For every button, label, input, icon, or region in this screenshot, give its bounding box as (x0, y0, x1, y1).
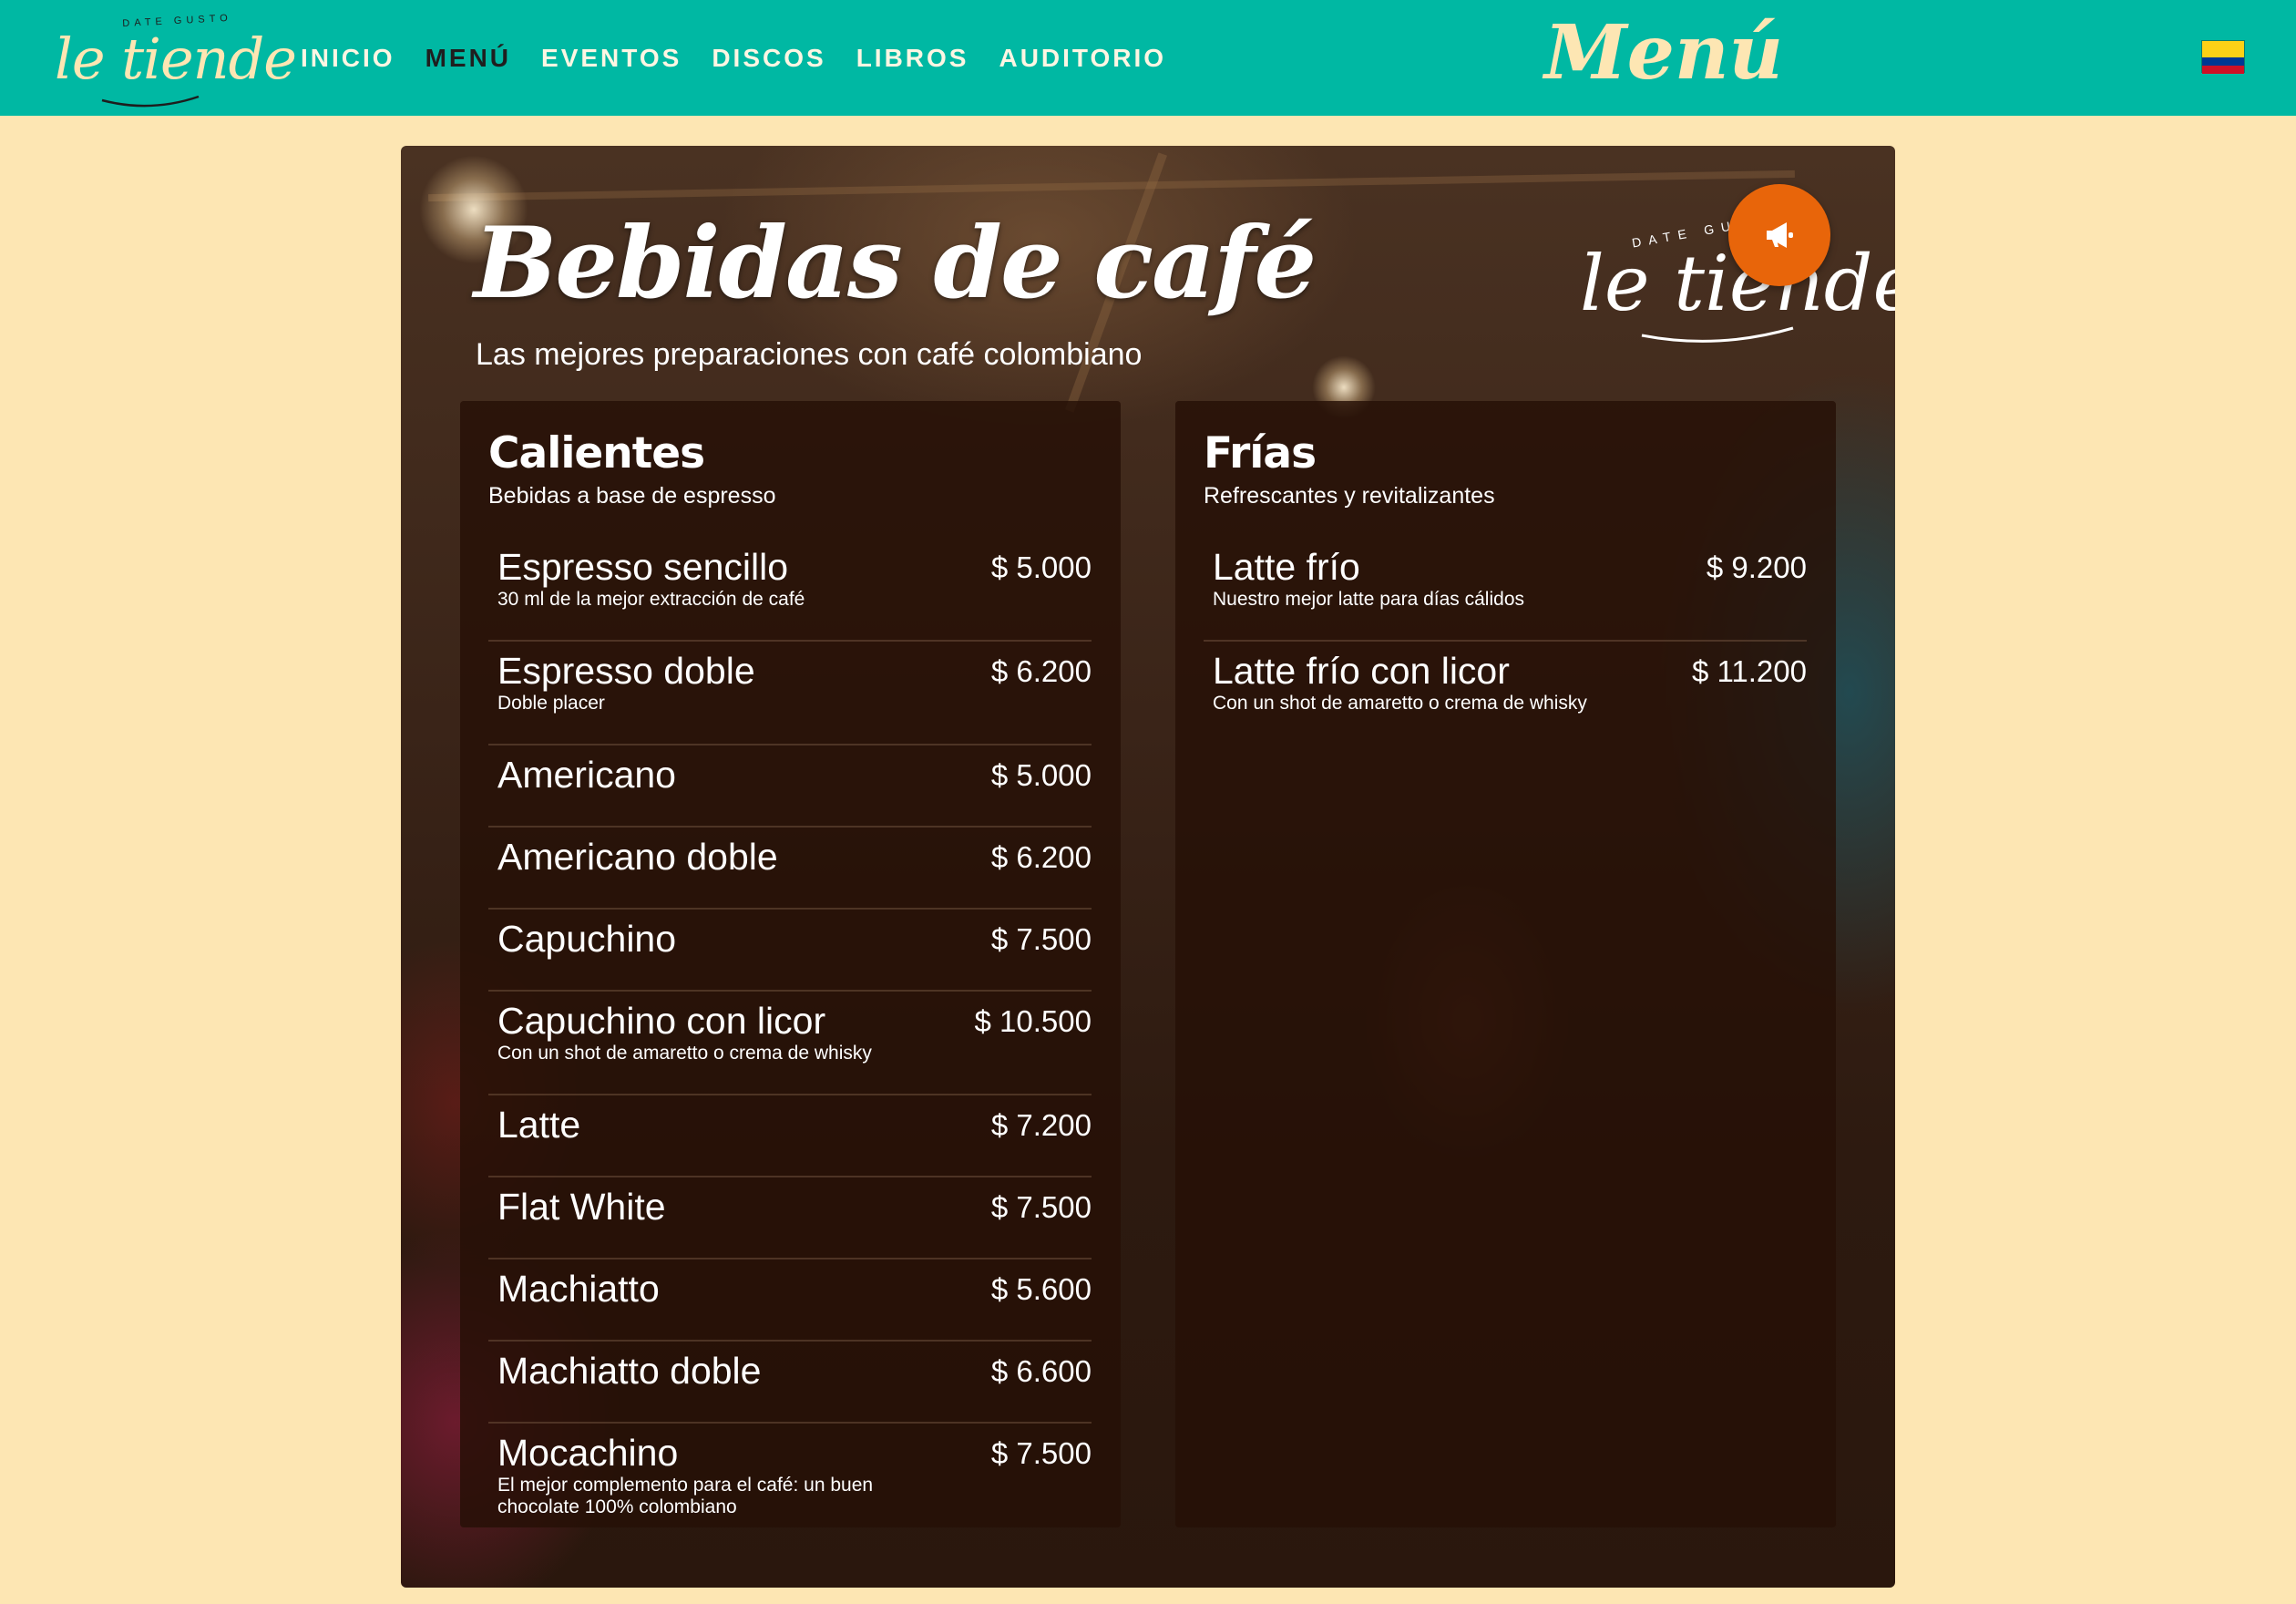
section-title: Calientes (488, 428, 705, 478)
menu-item: Capuchino con licor Con un shot de amare… (488, 992, 1092, 1095)
menu-item: Espresso sencillo 30 ml de la mejor extr… (488, 538, 1092, 642)
brand-swash-icon (101, 95, 200, 108)
item-description: Nuestro mejor latte para días cálidos (1213, 589, 1524, 610)
item-price: $ 6.200 (990, 840, 1092, 874)
brand-logo[interactable]: DATE GUSTO le tiende (50, 11, 297, 108)
page-title: Menú (1544, 9, 1784, 97)
nav-link-eventos[interactable]: EVENTOS (541, 44, 682, 73)
ceiling-beam (428, 170, 1795, 202)
item-price: $ 9.200 (1706, 550, 1807, 584)
item-price: $ 6.200 (990, 654, 1092, 688)
item-price: $ 5.000 (990, 758, 1092, 792)
menu-item: Latte $ 7.200 (488, 1095, 1092, 1177)
item-description: Doble placer (497, 693, 605, 714)
panel-subtitle: Las mejores preparaciones con café colom… (476, 337, 1143, 372)
nav-link-auditorio[interactable]: AUDITORIO (999, 44, 1166, 73)
menu-item-list: Espresso sencillo 30 ml de la mejor extr… (488, 538, 1092, 1527)
menu-item: Americano doble $ 6.200 (488, 828, 1092, 910)
panel-title: Bebidas de café (474, 206, 1317, 321)
panel-logo-swash-icon (1641, 326, 1794, 343)
item-price: $ 10.500 (974, 1004, 1092, 1038)
item-description: Con un shot de amaretto o crema de whisk… (497, 1043, 872, 1064)
megaphone-icon (1767, 222, 1793, 248)
section-title: Frías (1204, 428, 1317, 478)
item-description: Con un shot de amaretto o crema de whisk… (1213, 693, 1587, 714)
frias-section: Frías Refrescantes y revitalizantes Latt… (1175, 401, 1836, 1527)
menu-item: Machiatto doble $ 6.600 (488, 1342, 1092, 1424)
colombia-flag-icon[interactable] (2201, 40, 2245, 74)
menu-item: Latte frío Nuestro mejor latte para días… (1204, 538, 1807, 642)
menu-item-list: Latte frío Nuestro mejor latte para días… (1204, 538, 1807, 745)
main-nav: INICIO MENÚ EVENTOS DISCOS LIBROS AUDITO… (301, 0, 1196, 116)
item-price: $ 7.200 (990, 1108, 1092, 1142)
calientes-section: Calientes Bebidas a base de espresso Esp… (460, 401, 1121, 1527)
nav-link-inicio[interactable]: INICIO (301, 44, 395, 73)
item-price: $ 7.500 (990, 922, 1092, 956)
menu-item: Flat White $ 7.500 (488, 1177, 1092, 1260)
menu-item: Latte frío con licor Con un shot de amar… (1204, 642, 1807, 745)
item-price: $ 6.600 (990, 1354, 1092, 1388)
item-price: $ 7.500 (990, 1190, 1092, 1224)
menu-panel: Bebidas de café Las mejores preparacione… (401, 146, 1895, 1588)
item-price: $ 7.500 (990, 1436, 1092, 1470)
item-price: $ 5.000 (990, 550, 1092, 584)
item-description: 30 ml de la mejor extracción de café (497, 589, 805, 610)
menu-item: Mocachino El mejor complemento para el c… (488, 1424, 1092, 1527)
item-price: $ 5.600 (990, 1272, 1092, 1306)
item-description: El mejor complemento para el café: un bu… (497, 1475, 874, 1517)
menu-item: Capuchino $ 7.500 (488, 910, 1092, 992)
menu-item: Machiatto $ 5.600 (488, 1260, 1092, 1342)
section-subtitle: Refrescantes y revitalizantes (1204, 483, 1495, 509)
nav-link-menu[interactable]: MENÚ (425, 44, 511, 73)
announce-button[interactable] (1728, 184, 1830, 286)
top-navbar: DATE GUSTO le tiende INICIO MENÚ EVENTOS… (0, 0, 2296, 116)
brand-name: le tiende (55, 26, 297, 92)
nav-link-discos[interactable]: DISCOS (712, 44, 825, 73)
section-subtitle: Bebidas a base de espresso (488, 483, 776, 509)
item-price: $ 11.200 (1691, 654, 1807, 688)
menu-item: Espresso doble Doble placer $ 6.200 (488, 642, 1092, 745)
nav-link-libros[interactable]: LIBROS (856, 44, 969, 73)
menu-item: Americano $ 5.000 (488, 745, 1092, 828)
